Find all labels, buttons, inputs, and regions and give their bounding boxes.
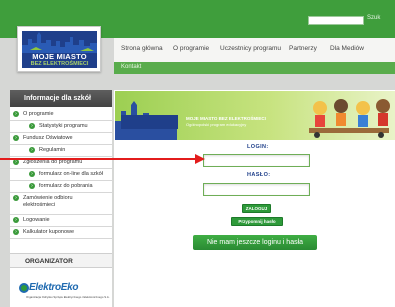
nav-home[interactable]: Strona główna [121,45,163,52]
sidebar-header: Informacje dla szkół [10,90,112,107]
sidebar-item-label: Statystyki programu [39,123,88,129]
annotation-arrow-head-icon [195,154,205,164]
sidebar-item-online-form[interactable]: › formularz on-line dla szkół [10,169,112,181]
sidebar-item-download-form[interactable]: › formularz do pobrania [10,181,112,193]
nav-partners[interactable]: Partnerzy [289,45,317,52]
password-field[interactable] [203,183,310,196]
sidebar-item-label: Kalkulator kuponowe [23,229,75,235]
arrow-bullet-icon: › [13,159,19,165]
logo-subtitle: BEZ ELEKTROŚMIECI [30,61,89,67]
sidebar-item-label: formularz do pobrania [39,183,93,189]
sidebar-item-label: Regulamin [39,147,66,153]
password-label: HASŁO: [247,172,271,178]
sidebar-item-rules[interactable]: › Regulamin [10,145,112,157]
sidebar-item-login[interactable]: › Logowanie [10,215,112,227]
sidebar-item-label: Fundusz Oświatowe [23,135,73,141]
nav-participants[interactable]: Uczestnicy programu [220,45,281,52]
arrow-bullet-icon: › [13,135,19,141]
arrow-bullet-icon: › [13,229,19,235]
nav-contact[interactable]: Kontakt [121,64,141,70]
organizer-title: ORGANIZATOR [25,258,73,265]
sub-nav [114,62,395,74]
organizer-logo-text: ElektroEko [29,282,79,293]
organizer-tagline: Organizacja Odzysku Sprzętu Elektryczneg… [26,295,110,299]
sidebar-item-label: O programie [23,111,54,117]
sidebar-item-fund[interactable]: › Fundusz Oświatowe [10,133,112,145]
logo-title: MOJE MIASTO [32,52,87,61]
sidebar-item-label: Logowanie [23,217,50,223]
nav-media[interactable]: Dla Mediów [330,45,364,52]
banner-title: MOJE MIASTO BEZ ELEKTROŚMIECI [186,116,266,121]
annotation-arrow-line [0,158,196,160]
search-input[interactable] [308,16,364,25]
arrow-bullet-icon: › [29,183,35,189]
city-skyline-icon [22,32,97,53]
arrow-bullet-icon: › [29,123,35,129]
site-logo[interactable]: MOJE MIASTO BEZ ELEKTROŚMIECI [17,26,101,72]
sidebar-item-label: Zamówienie odbioru elektrośmieci [23,195,73,208]
sidebar-item-statistics[interactable]: › Statystyki programu [10,121,112,133]
no-account-button[interactable]: Nie mam jeszcze loginu i hasła [193,235,317,250]
login-field[interactable] [203,154,310,167]
sidebar-item-pickup-order[interactable]: › Zamówienie odbioru elektrośmieci [10,193,112,215]
arrow-bullet-icon: › [29,147,35,153]
organizer-header: ORGANIZATOR [10,253,112,268]
sidebar-title: Informacje dla szkół [24,95,91,102]
logo-badge: MOJE MIASTO BEZ ELEKTROŚMIECI [22,31,97,68]
sidebar-item-label: formularz on-line dla szkół [39,171,103,177]
arrow-bullet-icon: › [13,217,19,223]
arrow-bullet-icon: › [29,171,35,177]
nav-about[interactable]: O programie [173,45,209,52]
banner-subtitle: Ogólnopolski program edukacyjny [186,122,247,127]
login-button[interactable]: ZALOGUJ [242,204,271,213]
remind-password-button[interactable]: Przypomnij hasło [231,217,283,226]
sidebar-item-about[interactable]: › O programie [10,109,112,121]
sidebar-item-label: Zgłoszenia do programu [23,159,83,165]
login-label: LOGIN: [247,144,269,150]
arrow-bullet-icon: › [13,111,19,117]
arrow-bullet-icon: › [13,195,19,201]
search-button[interactable]: Szuk [367,15,380,21]
elektroeko-logo-icon [19,283,29,293]
sidebar-item-calculator[interactable]: › Kalkulator kuponowe [10,227,112,239]
